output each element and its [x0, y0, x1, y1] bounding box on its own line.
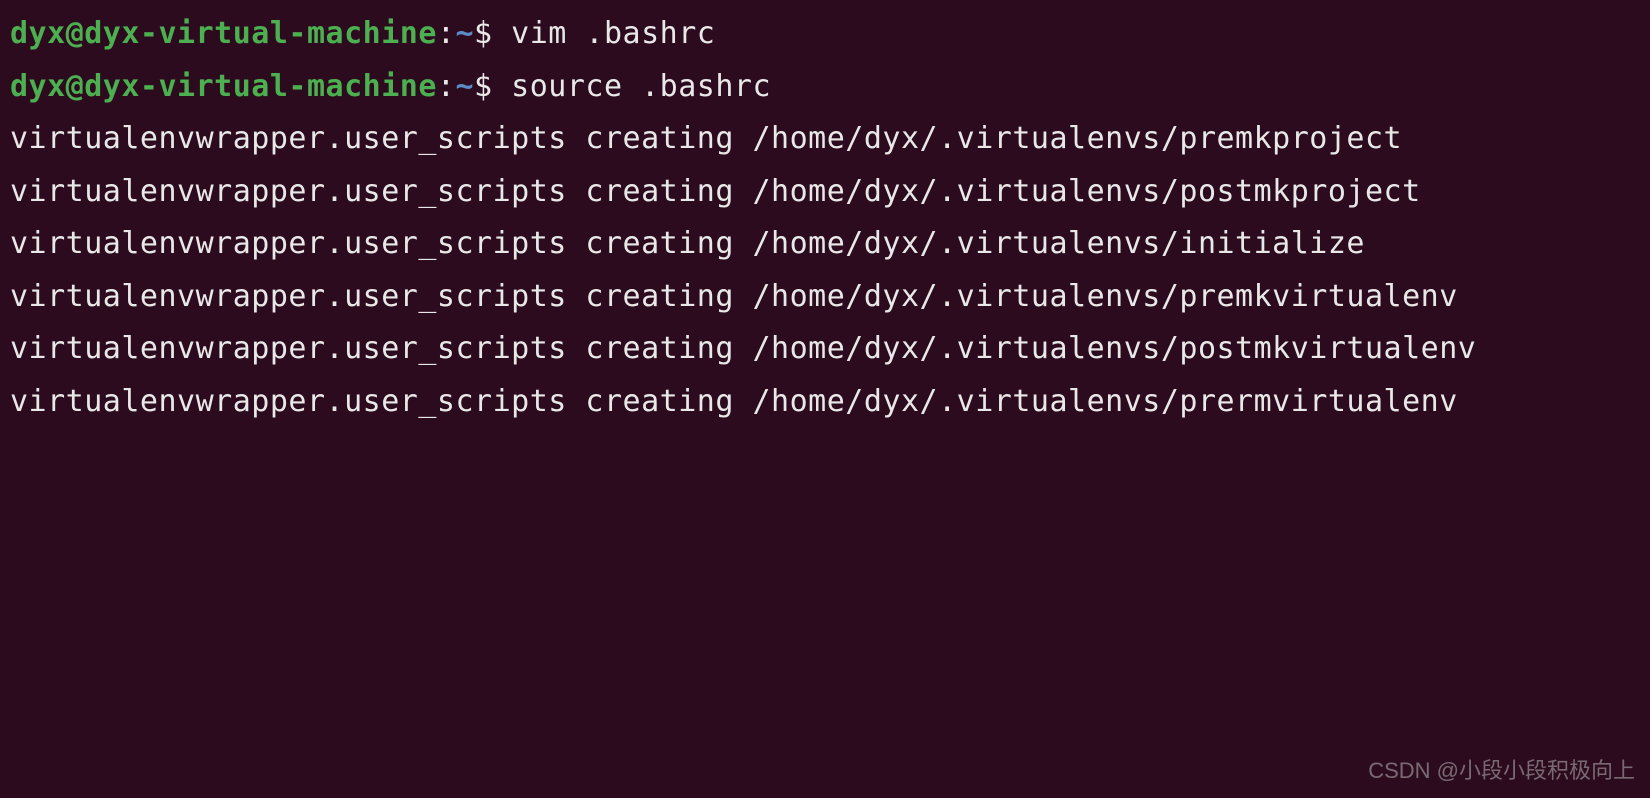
output-text: virtualenvwrapper.user_scripts creating …	[10, 384, 1458, 419]
output-text: virtualenvwrapper.user_scripts creating …	[10, 331, 1476, 366]
terminal-line: dyx@dyx-virtual-machine:~$ source .bashr…	[10, 61, 1640, 114]
watermark-text: CSDN @小段小段积极向上	[1368, 752, 1635, 791]
command-text: vim .bashrc	[511, 16, 715, 51]
terminal-line: virtualenvwrapper.user_scripts creating …	[10, 218, 1640, 271]
terminal-line: virtualenvwrapper.user_scripts creating …	[10, 376, 1640, 429]
output-text: virtualenvwrapper.user_scripts creating …	[10, 174, 1421, 209]
output-text: virtualenvwrapper.user_scripts creating …	[10, 121, 1402, 156]
terminal-line: dyx@dyx-virtual-machine:~$ vim .bashrc	[10, 8, 1640, 61]
terminal-output[interactable]: dyx@dyx-virtual-machine:~$ vim .bashrcdy…	[10, 8, 1640, 428]
prompt-path: ~	[455, 69, 474, 104]
prompt-path: ~	[455, 16, 474, 51]
terminal-line: virtualenvwrapper.user_scripts creating …	[10, 323, 1640, 376]
prompt-colon: :	[437, 16, 456, 51]
prompt-dollar: $	[474, 16, 511, 51]
prompt-user-host: dyx@dyx-virtual-machine	[10, 69, 437, 104]
output-text: virtualenvwrapper.user_scripts creating …	[10, 226, 1365, 261]
prompt-dollar: $	[474, 69, 511, 104]
prompt-colon: :	[437, 69, 456, 104]
command-text: source .bashrc	[511, 69, 771, 104]
output-text: virtualenvwrapper.user_scripts creating …	[10, 279, 1458, 314]
terminal-line: virtualenvwrapper.user_scripts creating …	[10, 271, 1640, 324]
terminal-line: virtualenvwrapper.user_scripts creating …	[10, 166, 1640, 219]
prompt-user-host: dyx@dyx-virtual-machine	[10, 16, 437, 51]
terminal-line: virtualenvwrapper.user_scripts creating …	[10, 113, 1640, 166]
